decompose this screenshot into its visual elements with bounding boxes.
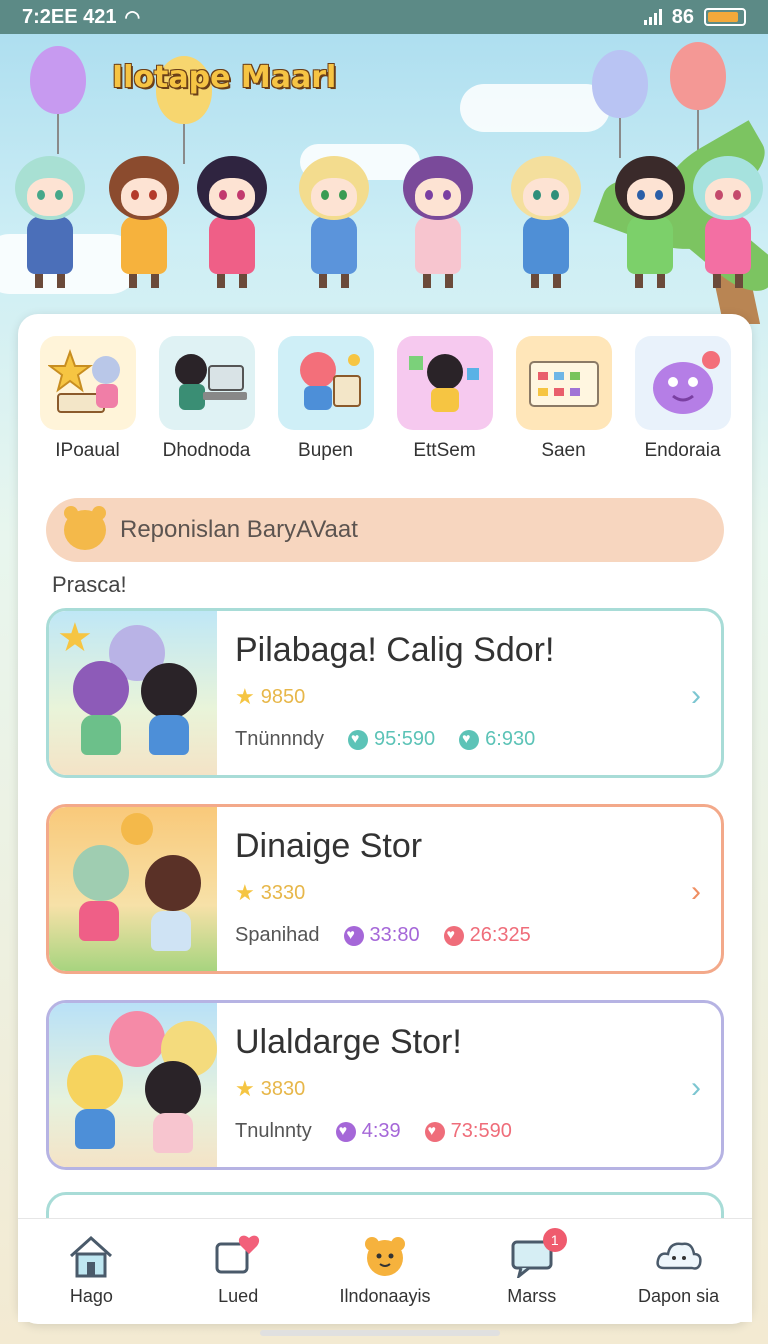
home-indicator[interactable] [260, 1330, 500, 1336]
heart-chat-icon [213, 1234, 263, 1278]
gallery-icon [396, 336, 493, 430]
story-title: Pilabaga! Calig Sdor! [235, 631, 555, 669]
category-label: Saen [541, 440, 586, 461]
category-label: Dhodnoda [162, 440, 251, 461]
story-stat-reads: 6:930 [485, 728, 536, 750]
story-thumbnail [49, 807, 217, 971]
main-card: IPoaual Dhodnoda Bupen EttSem Saen Endor… [18, 314, 752, 1324]
story-title: Ulaldarge Stor! [235, 1023, 462, 1061]
nav-label: Ilndonaayis [339, 1286, 431, 1306]
wifi-icon: ◠ [124, 6, 141, 27]
section-label: Prasca! [52, 572, 127, 597]
category-label: EttSem [413, 440, 476, 461]
character-illustration [12, 156, 88, 288]
story-title: Dinaige Stor [235, 827, 423, 865]
nav-center[interactable]: Ilndonaayis [320, 1234, 450, 1307]
bottom-nav: Hago Lued Ilndonaayis 1 Marss Dapon sia [18, 1218, 752, 1322]
story-author: Spanihad [235, 924, 320, 946]
status-bar: 7:2EE 421 ◠ 86 [0, 0, 768, 34]
category-row: IPoaual Dhodnoda Bupen EttSem Saen Endor… [18, 336, 752, 466]
star-icon: ★ [235, 1076, 255, 1101]
story-author: Tnulnnty [235, 1120, 312, 1142]
nav-label: Hago [69, 1286, 113, 1306]
balloon-icon [592, 50, 648, 158]
story-stat-likes: 33:80 [369, 924, 420, 946]
cloud-icon [654, 1234, 704, 1278]
story-rating: 3330 [260, 881, 306, 904]
category-label: IPoaual [55, 440, 120, 461]
hero-banner: Ilotape Maarl [0, 34, 768, 324]
app-title: Ilotape Maarl [112, 60, 337, 95]
heart-icon [343, 925, 364, 946]
nav-home[interactable]: Hago [26, 1234, 156, 1307]
character-illustration [296, 156, 372, 288]
chevron-right-icon[interactable]: › [691, 875, 701, 909]
battery-icon [704, 8, 746, 26]
category-label: Endoraia [644, 440, 721, 461]
nav-profile[interactable]: Dapon sia [614, 1234, 744, 1307]
story-rating: 3830 [260, 1077, 306, 1100]
signal-icon [643, 9, 662, 25]
story-author: Tnünnndy [235, 728, 324, 750]
category-item[interactable]: Dhodnoda [152, 336, 262, 466]
category-item[interactable]: Endoraia [628, 336, 738, 466]
category-item[interactable]: EttSem [390, 336, 500, 466]
story-stat-likes: 4:39 [361, 1120, 401, 1142]
balloon-icon [30, 46, 86, 154]
nav-label: Lued [218, 1286, 259, 1306]
home-icon [66, 1234, 116, 1278]
drawing-icon [277, 336, 374, 430]
story-stat-reads: 73:590 [450, 1120, 512, 1142]
monster-icon [634, 336, 731, 430]
nav-label: Marss [507, 1286, 557, 1306]
star-icon: ★ [57, 616, 93, 660]
status-signal-text: 86 [671, 5, 694, 28]
nav-messages[interactable]: 1 Marss [467, 1228, 597, 1307]
bear-icon [360, 1234, 410, 1278]
status-time: 7:2EE 421 [22, 5, 117, 28]
heart-icon [347, 729, 368, 750]
story-stat-likes: 95:590 [373, 728, 436, 750]
promo-text: Reponislan BaryAVaat [120, 516, 358, 543]
story-stat-reads: 26:325 [469, 924, 531, 946]
heart-icon [335, 1121, 356, 1142]
heart-icon [459, 729, 480, 750]
notification-badge: 1 [542, 1228, 567, 1252]
story-card[interactable]: ★ Pilabaga! Calig Sdor! ★9850 Tnünnndy 9… [46, 608, 724, 778]
character-illustration [106, 156, 182, 288]
promo-banner[interactable]: Reponislan BaryAVaat [46, 498, 724, 562]
story-card[interactable]: Ulaldarge Stor! ★3830 Tnulnnty 4:39 73:5… [46, 1000, 724, 1170]
category-item[interactable]: Saen [509, 336, 619, 466]
character-illustration [690, 156, 766, 288]
story-rating: 9850 [260, 685, 306, 708]
chevron-right-icon[interactable]: › [691, 679, 701, 713]
character-illustration [400, 156, 476, 288]
chevron-right-icon[interactable]: › [691, 1071, 701, 1105]
character-illustration [508, 156, 584, 288]
character-illustration [612, 156, 688, 288]
nav-liked[interactable]: Lued [173, 1234, 303, 1307]
board-icon [515, 336, 612, 430]
balloon-icon [670, 42, 726, 150]
story-thumbnail [49, 1003, 217, 1167]
category-label: Bupen [298, 440, 353, 461]
character-illustration [194, 156, 270, 288]
category-item[interactable]: IPoaual [33, 336, 143, 466]
category-item[interactable]: Bupen [271, 336, 381, 466]
star-icon: ★ [235, 684, 255, 709]
heart-icon [424, 1121, 445, 1142]
story-thumbnail: ★ [49, 611, 217, 775]
star-icon: ★ [235, 880, 255, 905]
nav-label: Dapon sia [638, 1286, 720, 1306]
heart-icon [443, 925, 464, 946]
story-card[interactable]: Dinaige Stor ★3330 Spanihad 33:80 26:325… [46, 804, 724, 974]
laptop-icon [158, 336, 255, 430]
storybook-icon [39, 336, 136, 430]
bear-icon [64, 506, 106, 550]
